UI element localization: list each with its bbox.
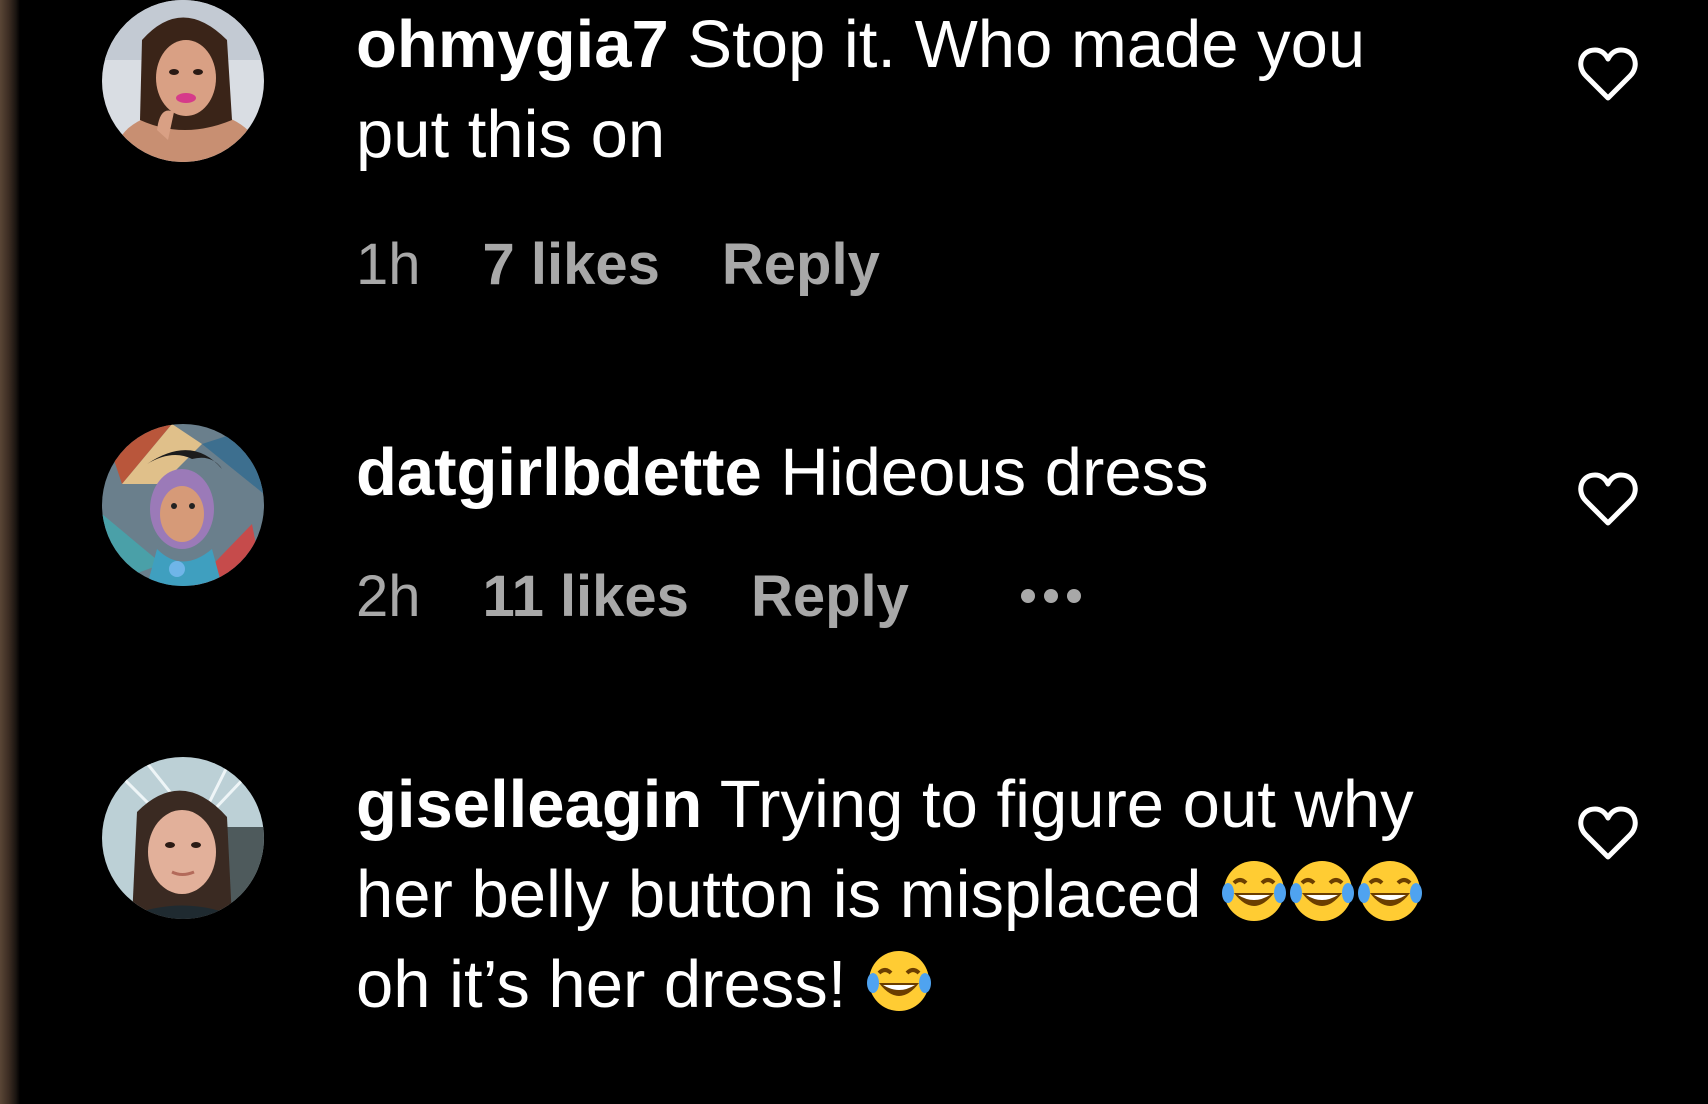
avatar[interactable] xyxy=(102,757,264,919)
comment-username[interactable]: giselleagin xyxy=(356,767,702,842)
heart-outline-icon[interactable] xyxy=(1578,46,1638,102)
comment-body: ohmygia7 Stop it. Who made you put this … xyxy=(356,0,1476,180)
laughing-emoji-icon xyxy=(1290,861,1355,921)
more-options-icon[interactable] xyxy=(1020,589,1081,603)
comment-meta: 2h 11 likes Reply xyxy=(356,556,1081,636)
comment-meta: 1h 7 likes Reply xyxy=(356,224,992,304)
reply-button[interactable]: Reply xyxy=(751,563,909,630)
comment-text: oh it’s her dress! xyxy=(356,947,847,1022)
heart-outline-icon[interactable] xyxy=(1578,471,1638,527)
laughing-emoji-icon xyxy=(866,951,931,1011)
comments-screen: ohmygia7 Stop it. Who made you put this … xyxy=(0,0,1708,1104)
laughing-emoji-icon xyxy=(1222,861,1287,921)
laughing-emoji-icon xyxy=(1358,861,1423,921)
dot xyxy=(1020,589,1035,603)
device-bezel xyxy=(0,0,20,1104)
comment-text: Hideous dress xyxy=(780,435,1209,510)
comment-time: 2h xyxy=(356,563,421,629)
emoji-run xyxy=(1220,857,1424,932)
comment-username[interactable]: ohmygia7 xyxy=(356,7,669,82)
dot xyxy=(1066,589,1081,603)
comment-username[interactable]: datgirlbdette xyxy=(356,435,762,510)
avatar[interactable] xyxy=(102,0,264,162)
comment-time: 1h xyxy=(356,231,421,297)
avatar[interactable] xyxy=(102,424,264,586)
comment-body: datgirlbdette Hideous dress xyxy=(356,428,1476,518)
heart-outline-icon[interactable] xyxy=(1578,805,1638,861)
comment-body: giselleagin Trying to figure out why her… xyxy=(356,760,1476,1030)
dot xyxy=(1043,589,1058,603)
reply-button[interactable]: Reply xyxy=(722,231,880,298)
comment-likes-count[interactable]: 11 likes xyxy=(483,563,689,630)
comment-likes-count[interactable]: 7 likes xyxy=(483,231,660,298)
